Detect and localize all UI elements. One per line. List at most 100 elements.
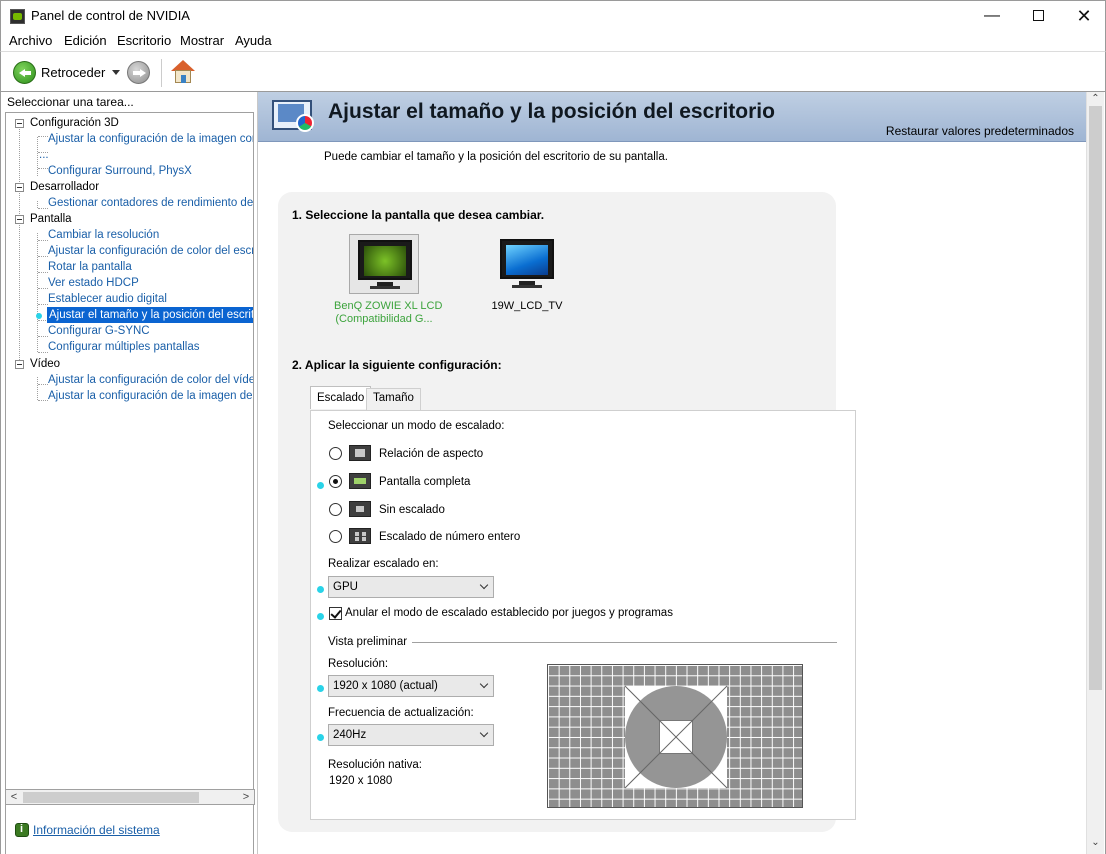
full-screen-icon	[349, 473, 371, 489]
display-tv-name: 19W_LCD_TV	[491, 300, 563, 312]
tree-item-perf-counters[interactable]: Gestionar contadores de rendimiento de G…	[48, 195, 253, 211]
tree-item-hdcp[interactable]: Ver estado HDCP	[48, 275, 139, 291]
scroll-left-icon[interactable]: <	[6, 790, 22, 804]
no-scaling-icon	[349, 501, 371, 517]
aspect-ratio-icon	[349, 445, 371, 461]
display-benq[interactable]: BenQ ZOWIE XL LCD (Compatibilidad G...	[334, 234, 443, 326]
tree-item-multiple-displays[interactable]: Configurar múltiples pantallas	[48, 339, 200, 355]
tab-escalado[interactable]: Escalado	[310, 386, 372, 409]
home-icon[interactable]	[171, 60, 196, 84]
menu-edicion[interactable]: Edición	[64, 33, 107, 48]
collapse-display-icon[interactable]	[15, 215, 24, 224]
restore-defaults-link[interactable]: Restaurar valores predeterminados	[886, 124, 1074, 138]
menu-escritorio[interactable]: Escritorio	[117, 33, 171, 48]
toolbar-separator	[161, 59, 162, 87]
maximize-button[interactable]	[1015, 1, 1061, 31]
menu-ayuda[interactable]: Ayuda	[235, 33, 272, 48]
resolution-value: 1920 x 1080 (actual)	[333, 680, 438, 692]
tree-horizontal-scrollbar[interactable]: < >	[5, 789, 255, 805]
tree-item-3d-image[interactable]: Ajustar la configuración de la imagen co…	[48, 131, 253, 147]
task-pane: Seleccionar una tarea... Configuración 3…	[0, 92, 258, 854]
tree-cat-dev[interactable]: Desarrollador	[30, 179, 99, 195]
tree-item-video-color[interactable]: Ajustar la configuración de color del ví…	[48, 372, 253, 388]
tree-item-surround[interactable]: Configurar Surround, PhysX	[48, 163, 192, 179]
radio-aspect-ratio[interactable]	[329, 447, 342, 460]
step1-heading: 1. Seleccione la pantalla que desea camb…	[292, 208, 545, 222]
menu-archivo[interactable]: Archivo	[9, 33, 52, 48]
chevron-down-icon	[479, 580, 489, 590]
integer-scaling-icon	[349, 528, 371, 544]
scroll-down-icon[interactable]: ⌄	[1087, 836, 1104, 850]
back-button-label[interactable]: Retroceder	[41, 65, 105, 80]
minimize-button[interactable]: —	[969, 1, 1015, 31]
radio-full-screen[interactable]	[329, 475, 342, 488]
refresh-rate-select[interactable]: 240Hz	[328, 724, 494, 746]
refresh-rate-label: Frecuencia de actualización:	[328, 707, 474, 719]
collapse-video-icon[interactable]	[15, 360, 24, 369]
title-bar: Panel de control de NVIDIA — ✕	[0, 0, 1106, 31]
scroll-right-icon[interactable]: >	[238, 790, 254, 804]
forward-arrow-icon[interactable]	[127, 61, 150, 84]
collapse-3d-icon[interactable]	[15, 119, 24, 128]
tree-item-video-image[interactable]: Ajustar la configuración de la imagen de…	[48, 388, 253, 404]
preview-group-label: Vista preliminar	[328, 636, 408, 648]
perform-scaling-value: GPU	[333, 581, 358, 593]
content-scroll-thumb[interactable]	[1089, 106, 1102, 690]
tree-item-resolution[interactable]: Cambiar la resolución	[48, 227, 159, 243]
resolution-select[interactable]: 1920 x 1080 (actual)	[328, 675, 494, 697]
mode-no-scaling-label[interactable]: Sin escalado	[379, 504, 445, 516]
tree-cat-video[interactable]: Vídeo	[30, 356, 60, 372]
tree-item-digital-audio[interactable]: Establecer audio digital	[48, 291, 167, 307]
tree-cat-display[interactable]: Pantalla	[30, 211, 72, 227]
changed-setting-bullet-icon	[317, 734, 324, 741]
content-pane: Ajustar el tamaño y la posición del escr…	[258, 92, 1106, 854]
mode-integer-scaling-label[interactable]: Escalado de número entero	[379, 531, 520, 543]
display-19w-tv[interactable]: 19W_LCD_TV	[477, 234, 577, 313]
desktop-settings-icon	[272, 98, 320, 138]
mode-aspect-ratio-label[interactable]: Relación de aspecto	[379, 448, 483, 460]
radio-integer-scaling[interactable]	[329, 530, 342, 543]
chevron-down-icon	[479, 728, 489, 738]
tree-cat-3d[interactable]: Configuración 3D	[30, 115, 119, 131]
override-scaling-label[interactable]: Anular el modo de escalado establecido p…	[345, 607, 673, 619]
override-scaling-checkbox[interactable]	[329, 607, 342, 620]
perform-scaling-select[interactable]: GPU	[328, 576, 494, 598]
page-title: Ajustar el tamaño y la posición del escr…	[328, 100, 775, 123]
scroll-thumb[interactable]	[23, 792, 199, 803]
toolbar: Retroceder	[0, 51, 1106, 92]
tree-item-desktop-color[interactable]: Ajustar la configuración de color del es…	[48, 243, 253, 259]
tab-tamano[interactable]: Tamaño	[366, 388, 421, 410]
step2-heading: 2. Aplicar la siguiente configuración:	[292, 358, 502, 372]
window-title: Panel de control de NVIDIA	[31, 8, 190, 23]
preview-diagonals	[624, 685, 728, 789]
refresh-rate-value: 240Hz	[333, 729, 367, 741]
task-pane-header: Seleccionar una tarea...	[7, 95, 134, 109]
back-arrow-icon[interactable]	[13, 61, 36, 84]
changed-setting-bullet-icon	[317, 613, 324, 620]
display-benq-subtitle: (Compatibilidad G...	[335, 313, 433, 325]
display-benq-name: BenQ ZOWIE XL LCD	[334, 300, 443, 312]
tree-item-rotate[interactable]: Rotar la pantalla	[48, 259, 132, 275]
content-vertical-scrollbar[interactable]: ⌃ ⌄	[1086, 92, 1104, 854]
radio-no-scaling[interactable]	[329, 503, 342, 516]
scroll-up-icon[interactable]: ⌃	[1087, 92, 1104, 106]
page-description: Puede cambiar el tamaño y la posición de…	[324, 151, 668, 163]
page-banner: Ajustar el tamaño y la posición del escr…	[258, 92, 1086, 142]
tree-item-desktop-size[interactable]: Ajustar el tamaño y la posición del escr…	[47, 307, 253, 323]
perform-scaling-label: Realizar escalado en:	[328, 558, 439, 570]
scaling-preview	[547, 664, 803, 808]
selected-item-bullet-icon	[36, 313, 42, 319]
nvidia-app-icon	[10, 9, 25, 24]
mode-full-screen-label[interactable]: Pantalla completa	[379, 476, 470, 488]
close-button[interactable]: ✕	[1061, 1, 1106, 31]
back-history-dropdown-icon[interactable]	[112, 70, 120, 75]
native-resolution-label: Resolución nativa:	[328, 759, 422, 771]
menu-mostrar[interactable]: Mostrar	[180, 33, 224, 48]
system-info-link[interactable]: Información del sistema	[33, 823, 160, 837]
changed-setting-bullet-icon	[317, 586, 324, 593]
tree-item-gsync[interactable]: Configurar G-SYNC	[48, 323, 150, 339]
preview-group-rule	[412, 642, 837, 643]
resolution-label: Resolución:	[328, 658, 389, 670]
collapse-dev-icon[interactable]	[15, 183, 24, 192]
tree-item-3d-more[interactable]: ...	[39, 147, 49, 163]
